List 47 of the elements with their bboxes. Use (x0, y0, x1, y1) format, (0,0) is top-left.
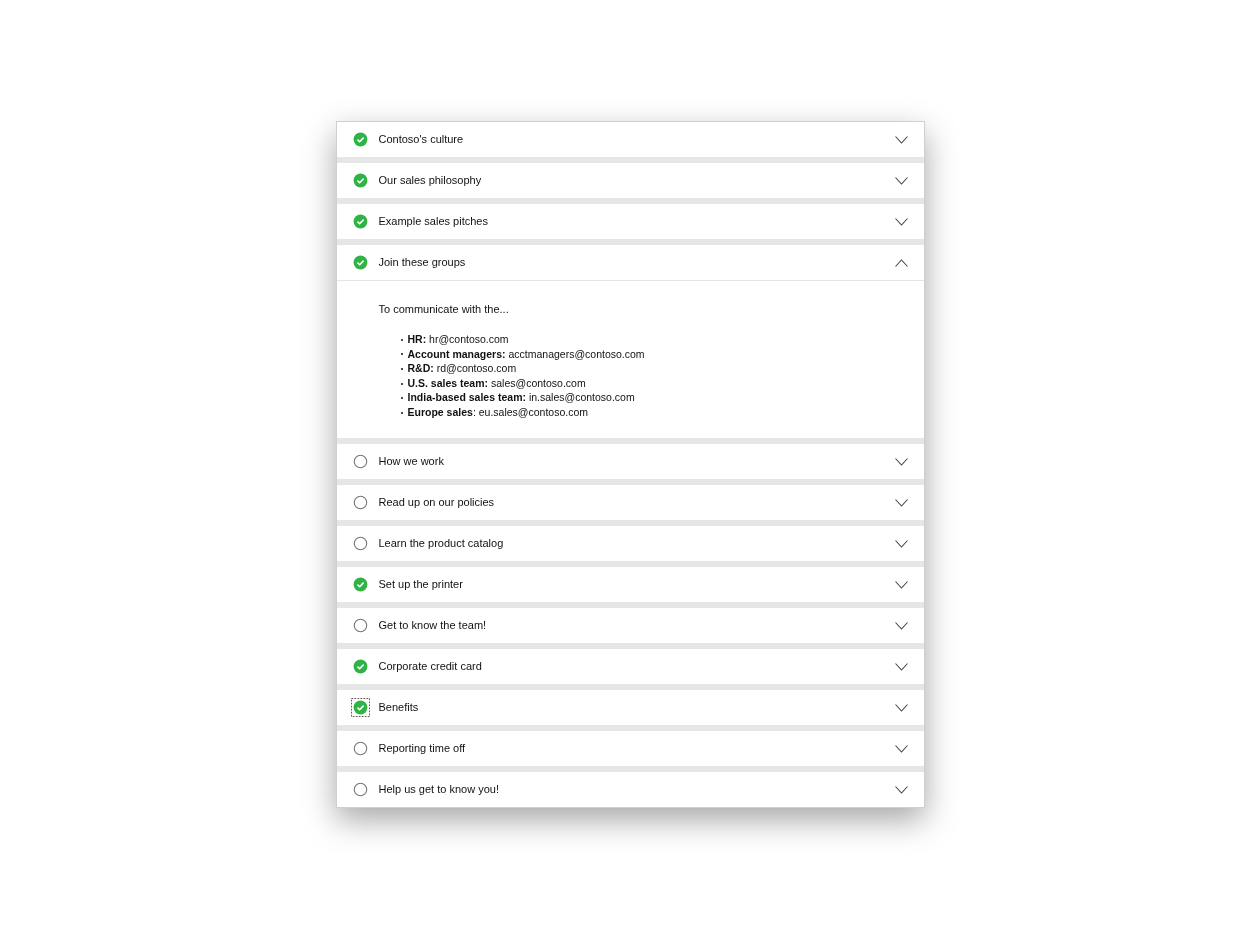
section-header[interactable]: Corporate credit card (336, 649, 924, 685)
checkmark-icon[interactable] (350, 698, 370, 718)
chevron-down-icon[interactable] (894, 703, 908, 712)
chevron-down-icon[interactable] (894, 539, 908, 548)
chevron-down-icon[interactable] (894, 621, 908, 630)
contact-line: U.S. sales team: sales@contoso.com (407, 375, 586, 391)
section-header[interactable]: Reporting time off (336, 731, 924, 767)
section-title: How we work (378, 454, 445, 470)
chevron-down-icon[interactable] (894, 217, 908, 226)
section-title: Set up the printer (378, 577, 464, 593)
contact-line: R&D: rd@contoso.com (407, 361, 517, 377)
chevron-down-icon[interactable] (894, 457, 908, 466)
section-header[interactable]: Example sales pitches (336, 204, 924, 239)
section-title: Example sales pitches (378, 214, 489, 230)
section-header[interactable]: Join these groups (336, 245, 924, 280)
section-header[interactable]: Learn the product catalog (336, 526, 924, 562)
section-title: Our sales philosophy (378, 173, 483, 189)
section-title: Read up on our policies (378, 495, 496, 511)
chevron-up-icon[interactable] (894, 258, 908, 267)
section-title: Get to know the team! (378, 618, 488, 634)
section-title: Help us get to know you! (378, 782, 500, 798)
chevron-down-icon[interactable] (894, 785, 908, 794)
section-title: Learn the product catalog (378, 536, 505, 552)
chevron-down-icon[interactable] (894, 498, 908, 507)
section-title: Benefits (378, 700, 420, 716)
contact-line: Europe sales: eu.sales@contoso.com (407, 404, 588, 420)
contact-line: India-based sales team: in.sales@contoso.com (407, 390, 635, 406)
contact-line: Account managers: acctmanagers@contoso.com (407, 346, 645, 362)
section-header[interactable]: How we work (336, 444, 924, 480)
chevron-down-icon[interactable] (894, 744, 908, 753)
section-header[interactable]: Help us get to know you! (336, 772, 924, 808)
chevron-down-icon[interactable] (894, 135, 908, 144)
section-header[interactable]: Contoso's culture (336, 122, 924, 157)
section-header[interactable]: Benefits (336, 690, 924, 726)
chevron-down-icon[interactable] (894, 662, 908, 671)
section-title: Reporting time off (378, 741, 467, 757)
section-title: Join these groups (378, 255, 467, 271)
chevron-down-icon[interactable] (894, 176, 908, 185)
intro-text: To communicate with the... (378, 302, 510, 317)
section-header[interactable]: Set up the printer (336, 567, 924, 603)
contact-line: HR: hr@contoso.com (407, 331, 509, 347)
section-header[interactable]: Read up on our policies (336, 485, 924, 521)
section-title: Corporate credit card (378, 659, 483, 675)
section-header[interactable]: Get to know the team! (336, 608, 924, 644)
section-header[interactable]: Our sales philosophy (336, 163, 924, 198)
section-title: Contoso's culture (378, 132, 465, 148)
chevron-down-icon[interactable] (894, 580, 908, 589)
